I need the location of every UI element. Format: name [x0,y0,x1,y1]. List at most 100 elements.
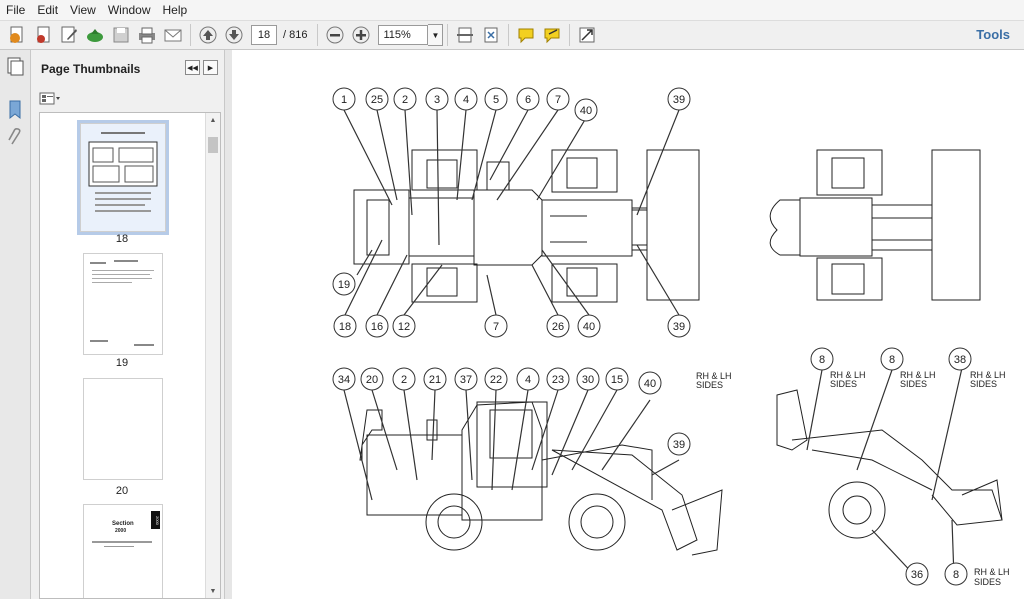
callout-label: 37 [460,374,472,386]
create-pdf-icon[interactable] [5,23,29,47]
rh-lh-label: RH & LH [974,567,1010,577]
save-icon[interactable] [109,23,133,47]
thumbnail-label: 18 [115,233,129,245]
callout-label: 4 [525,374,531,386]
callout-label: 39 [673,321,685,333]
section-thumb-title: Section [112,521,134,527]
callout-label: 12 [398,321,410,333]
toolbar: 18 / 816 115% ▼ Tools [0,21,1024,50]
callout-label: 8 [819,354,825,366]
menu-window[interactable]: Window [102,3,157,17]
toolbar-separator [447,24,449,46]
section-thumb-tab: 2000 [151,511,160,529]
callout-label: 40 [580,105,592,117]
callout-label: 4 [463,94,469,106]
navigation-rail [0,50,31,599]
comment-icon[interactable] [514,23,538,47]
section-thumb-number: 2000 [115,528,127,534]
zoom-in-icon[interactable] [349,23,373,47]
zoom-dropdown-icon[interactable]: ▼ [428,24,444,46]
print-icon[interactable] [135,23,159,47]
callout-label: 2 [402,94,408,106]
sides-label: SIDES [970,379,997,389]
callout-label: 7 [493,321,499,333]
menu-help[interactable]: Help [157,3,194,17]
sides-label: SIDES [974,577,1001,587]
callout-label: 18 [339,321,351,333]
callout-label: 39 [673,94,685,106]
technical-drawing: 1 25 2 3 4 5 6 7 40 39 19 18 16 12 7 26 … [332,87,1010,587]
thumbnail-page[interactable]: Section 2000 2000 [83,504,163,598]
next-page-icon[interactable] [222,23,246,47]
page-thumbnails-icon[interactable] [4,54,26,78]
callout-label: 40 [583,321,595,333]
callout-label: 7 [555,94,561,106]
toolbar-separator [317,24,319,46]
scrollbar-thumb[interactable] [208,137,218,153]
callout-label: 34 [338,374,350,386]
edit-document-icon[interactable] [57,23,81,47]
fit-width-icon[interactable] [453,23,477,47]
full-screen-icon[interactable] [575,23,599,47]
upload-cloud-icon[interactable] [83,23,107,47]
page-total: / 816 [283,29,308,41]
callout-label: 3 [434,94,440,106]
options-menu-icon[interactable] [39,92,61,106]
sign-icon[interactable] [540,23,564,47]
callout-label: 6 [525,94,531,106]
callout-label: 15 [611,374,623,386]
tools-link[interactable]: Tools [976,27,1010,42]
callout-label: 26 [552,321,564,333]
callout-label: 1 [341,94,347,106]
thumbnail-scrollbar[interactable]: ▲ ▼ [205,113,220,598]
document-view[interactable]: 1 25 2 3 4 5 6 7 40 39 19 18 16 12 7 26 … [232,50,1024,599]
menu-view[interactable]: View [64,3,102,17]
fit-page-icon[interactable] [479,23,503,47]
zoom-level-field[interactable]: 115% [378,25,429,45]
callout-label: 16 [371,321,383,333]
scroll-up-icon[interactable]: ▲ [206,113,220,127]
sides-label: SIDES [900,379,927,389]
callout-label: 25 [371,94,383,106]
callout-label: 23 [552,374,564,386]
toolbar-separator [190,24,191,46]
callout-label: 40 [644,378,656,390]
callout-label: 22 [490,374,502,386]
sides-label: SIDES [830,379,857,389]
callout-label: 36 [911,569,923,581]
toolbar-separator [569,24,571,46]
collapse-panel-icon[interactable]: ◀◀ [185,60,200,75]
menu-edit[interactable]: Edit [31,3,64,17]
callout-label: 21 [429,374,441,386]
email-icon[interactable] [161,23,185,47]
toolbar-separator [508,24,510,46]
thumbnail-list[interactable]: 18 19 20 Section 2000 2000 ▲ ▼ [39,112,221,599]
callout-label: 8 [889,354,895,366]
callout-label: 38 [954,354,966,366]
thumbnail-label: 20 [115,485,129,497]
bookmarks-icon[interactable] [4,98,26,122]
thumbnail-page[interactable] [83,378,163,480]
page-number-input[interactable]: 18 [251,25,277,45]
callout-label: 30 [582,374,594,386]
attachments-icon[interactable] [4,126,26,150]
scroll-down-icon[interactable]: ▼ [206,584,220,598]
thumbnails-panel: Page Thumbnails ◀◀ ▶ 18 19 20 Section 20… [31,50,225,599]
callout-label: 2 [401,374,407,386]
previous-page-icon[interactable] [196,23,220,47]
callout-label: 20 [366,374,378,386]
thumbnail-page[interactable] [83,253,163,355]
callout-label: 8 [953,569,959,581]
zoom-out-icon[interactable] [323,23,347,47]
callout-label: 5 [493,94,499,106]
close-panel-icon[interactable]: ▶ [203,60,218,75]
callout-label: 39 [673,439,685,451]
callout-label: 19 [338,279,350,291]
thumbnail-page[interactable] [77,120,169,235]
menu-file[interactable]: File [0,3,31,17]
sides-label: SIDES [696,380,723,390]
panel-title: Page Thumbnails [41,62,141,76]
thumbnail-label: 19 [115,357,129,369]
combine-files-icon[interactable] [31,23,55,47]
menu-bar: File Edit View Window Help [0,0,1024,21]
